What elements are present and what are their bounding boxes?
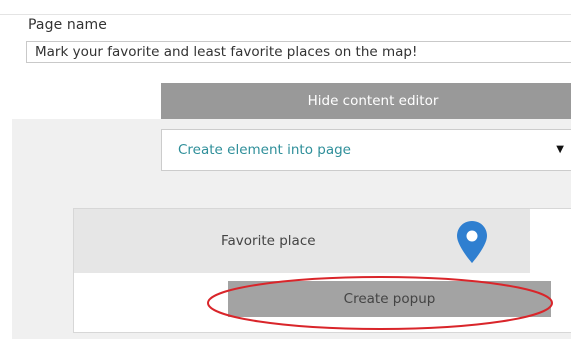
- map-pin-icon[interactable]: [455, 219, 489, 265]
- highlight-annotation: [207, 276, 553, 330]
- top-divider: [0, 14, 571, 15]
- marker-row[interactable]: Favorite place: [74, 209, 530, 273]
- marker-label: Favorite place: [221, 233, 316, 249]
- page-name-input[interactable]: [26, 41, 571, 63]
- create-element-select-value: Create element into page: [178, 142, 351, 158]
- hide-content-editor-button[interactable]: Hide content editor: [161, 83, 571, 119]
- chevron-down-icon: ▼: [556, 144, 564, 155]
- create-element-select[interactable]: Create element into page ▼: [161, 129, 571, 171]
- page-name-label: Page name: [28, 17, 107, 33]
